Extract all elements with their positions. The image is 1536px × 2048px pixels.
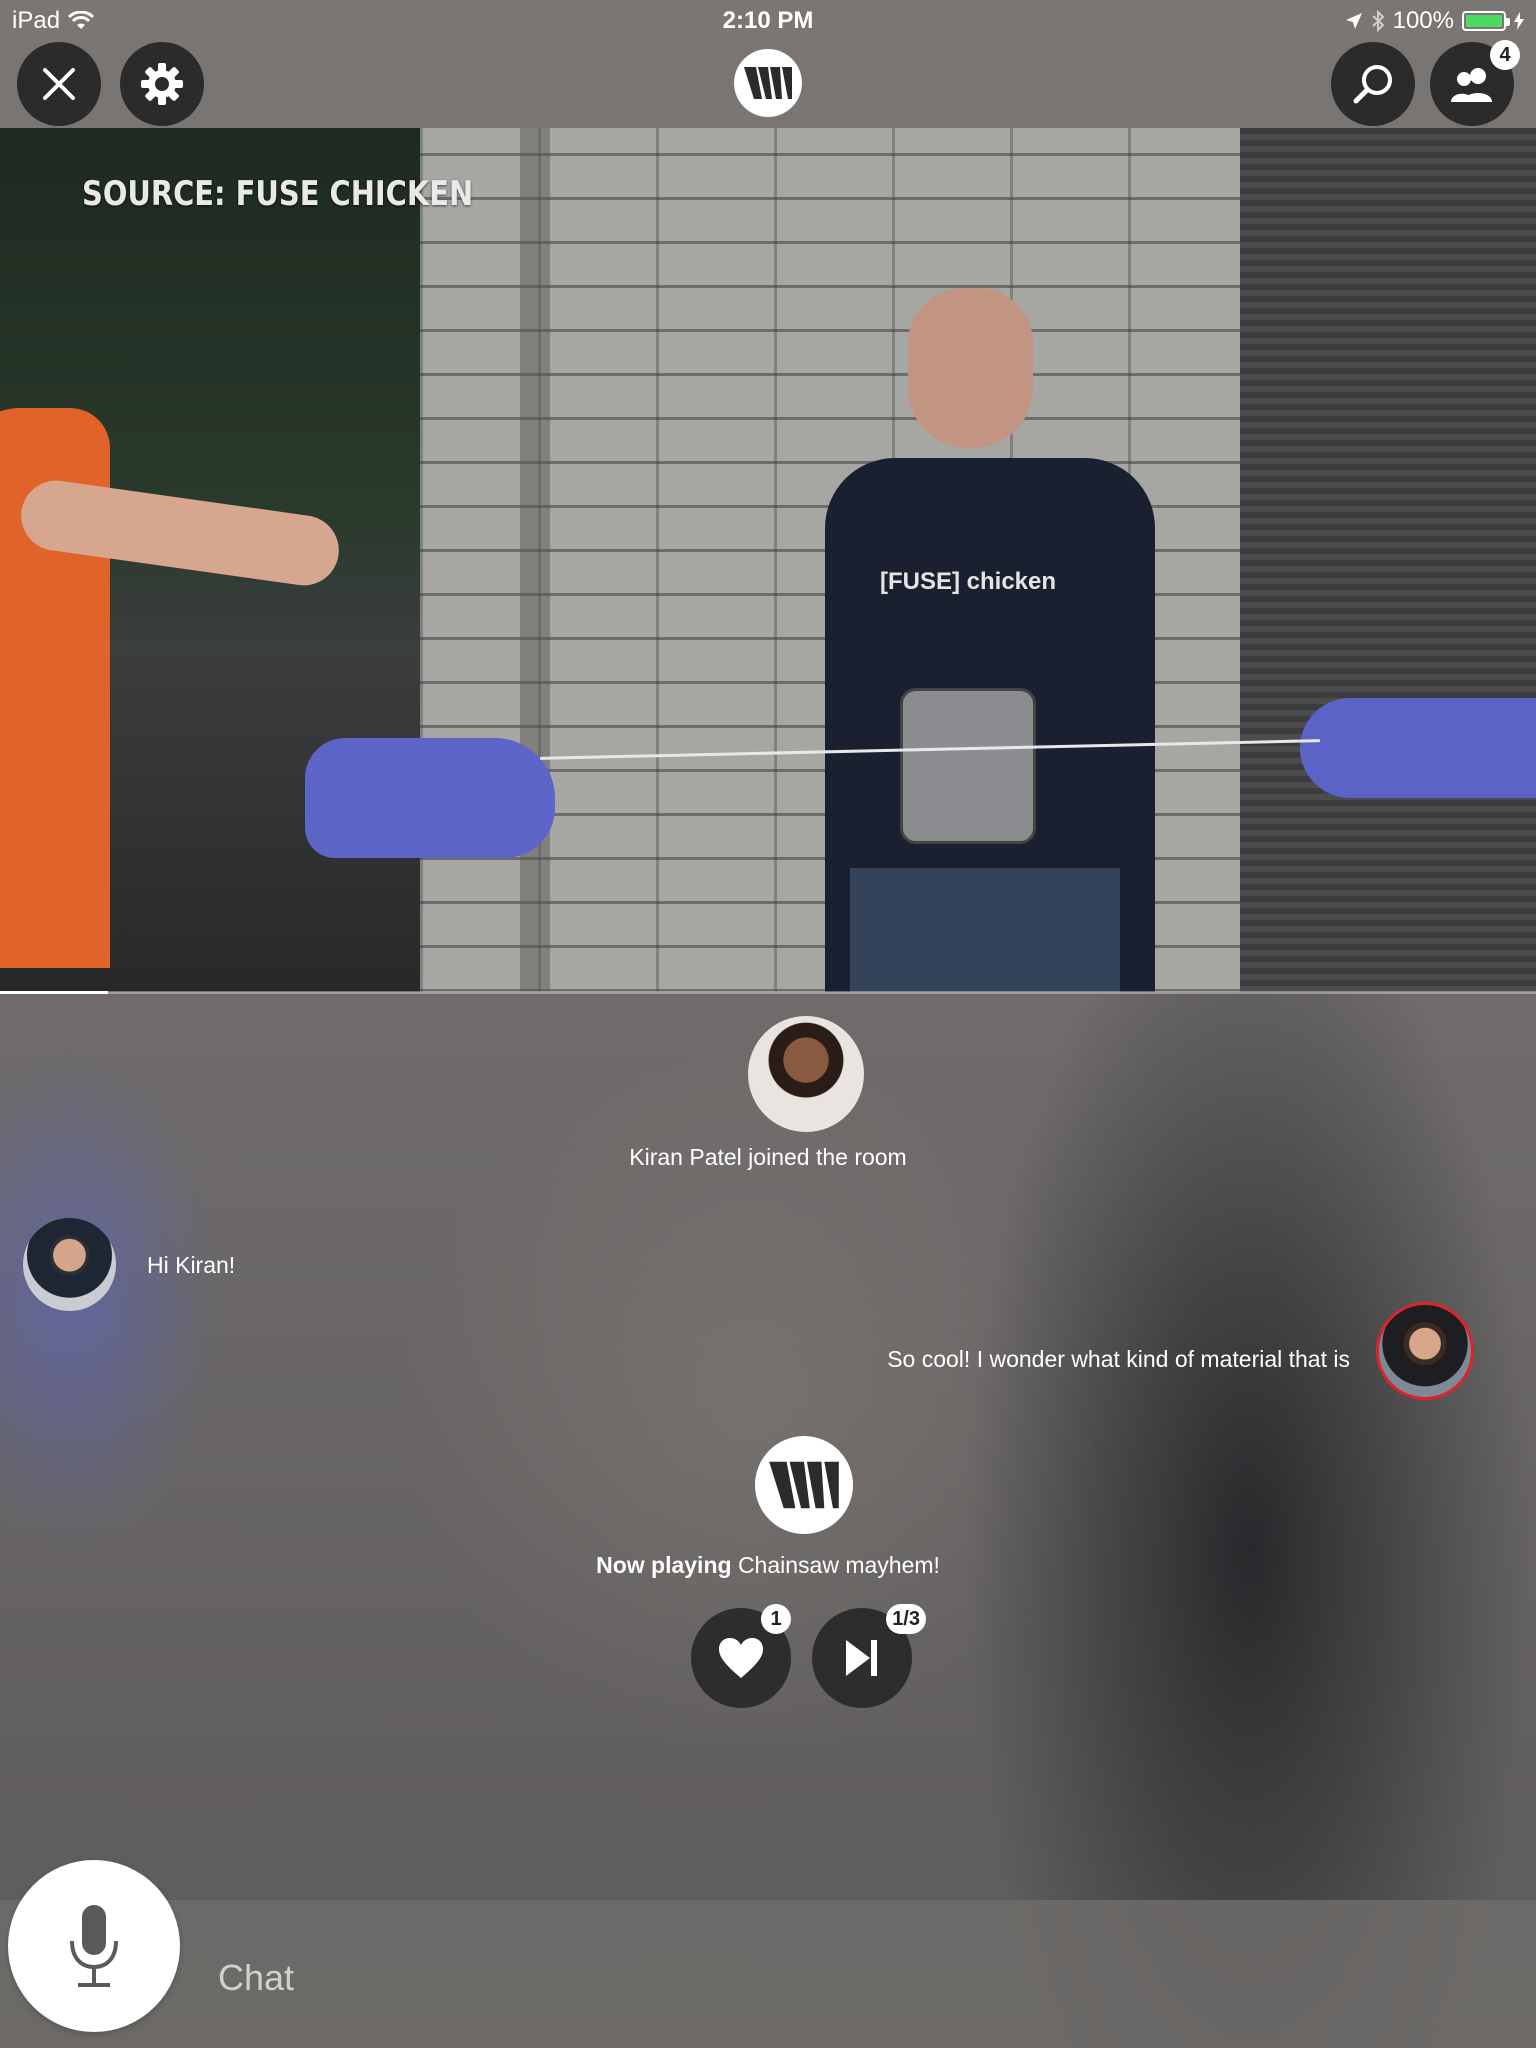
charging-icon xyxy=(1514,12,1524,30)
like-button[interactable]: 1 xyxy=(691,1604,791,1708)
video-scene-head xyxy=(908,288,1033,448)
search-button[interactable] xyxy=(1331,42,1415,126)
clock: 2:10 PM xyxy=(722,7,814,34)
vm-logo-icon xyxy=(769,1461,839,1509)
close-button[interactable] xyxy=(17,42,101,126)
battery-icon xyxy=(1462,11,1510,31)
top-bar: 4 xyxy=(0,40,1536,128)
like-count-badge: 1 xyxy=(761,1604,791,1634)
participants-count-badge: 4 xyxy=(1490,40,1520,70)
chat-input[interactable] xyxy=(218,1948,1498,2008)
video-player[interactable]: [FUSE] chicken SOURCE: FUSE CHICKEN xyxy=(0,128,1536,992)
join-message: Kiran Patel joined the room xyxy=(629,1144,907,1170)
skip-next-icon xyxy=(846,1640,877,1676)
video-scene-pillar xyxy=(520,128,550,992)
microphone-icon xyxy=(70,1905,118,1987)
video-scene-window-right xyxy=(1240,128,1536,992)
video-progress-bar[interactable] xyxy=(0,991,1536,994)
settings-button[interactable] xyxy=(120,42,204,126)
heart-icon xyxy=(719,1638,763,1678)
mic-button[interactable] xyxy=(8,1860,180,2032)
video-scene-glove-right xyxy=(1300,698,1536,798)
video-scene-jeans xyxy=(850,868,1120,992)
skip-button[interactable]: 1/3 xyxy=(812,1604,926,1708)
chat-message-left: Hi Kiran! xyxy=(147,1252,236,1278)
now-playing-text: Now playing Chainsaw mayhem! xyxy=(0,1552,1536,1579)
video-source-label: SOURCE: FUSE CHICKEN xyxy=(82,174,474,214)
video-scene-glove-left xyxy=(305,738,555,858)
chat-message-right: So cool! I wonder what kind of material … xyxy=(887,1346,1350,1372)
kiran-patel-avatar[interactable] xyxy=(748,1016,864,1132)
bluetooth-icon xyxy=(1371,10,1385,32)
search-icon xyxy=(1353,65,1392,104)
app-logo xyxy=(734,49,802,117)
now-playing-title: Chainsaw mayhem! xyxy=(737,1552,940,1578)
video-progress-fill xyxy=(0,991,108,994)
close-icon xyxy=(43,68,75,100)
vm-logo-icon xyxy=(744,67,792,99)
gear-icon xyxy=(141,63,183,105)
video-scene-chainsaw xyxy=(900,688,1036,844)
skip-count-badge: 1/3 xyxy=(886,1604,926,1634)
participants-button[interactable]: 4 xyxy=(1430,40,1520,126)
battery-percent: 100% xyxy=(1392,7,1454,34)
user-avatar-left[interactable] xyxy=(23,1218,116,1311)
own-avatar-right[interactable] xyxy=(1376,1302,1474,1400)
status-bar: iPad 2:10 PM 100% xyxy=(0,0,1536,40)
people-icon xyxy=(1451,68,1492,102)
now-playing-label: Now playing xyxy=(596,1552,732,1578)
location-icon xyxy=(1345,13,1362,29)
video-shirt-text: [FUSE] chicken xyxy=(880,568,1057,595)
now-playing-logo xyxy=(755,1436,853,1534)
